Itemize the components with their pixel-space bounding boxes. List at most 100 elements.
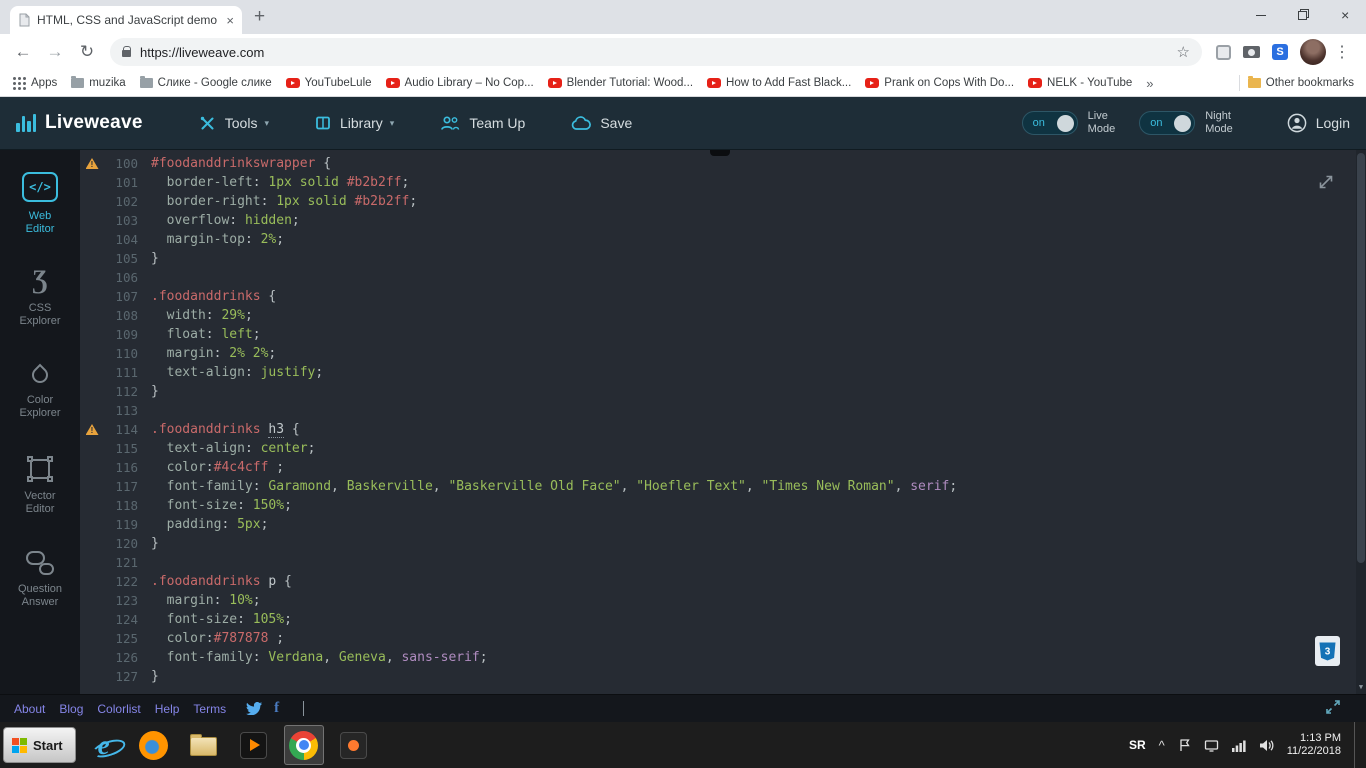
code-line[interactable]: 109 float: left; (80, 325, 1366, 344)
extension-doc-icon[interactable] (1216, 44, 1231, 60)
login-button[interactable]: Login (1287, 113, 1350, 133)
bookmark-apps[interactable]: Apps (12, 76, 57, 90)
start-button[interactable]: Start (3, 727, 76, 763)
code-line[interactable]: ! 100 #foodanddrinkswrapper { (80, 154, 1366, 173)
liveweave-logo[interactable]: Liveweave (16, 112, 143, 134)
code-line[interactable]: ! 114 .foodanddrinks h3 { (80, 420, 1366, 439)
back-button[interactable]: ← (8, 37, 38, 67)
extension-s-icon[interactable]: S (1272, 44, 1288, 60)
code-line[interactable]: 103 overflow: hidden; (80, 211, 1366, 230)
tab-close-icon[interactable]: × (226, 14, 234, 27)
scroll-down-button[interactable]: ▼ (1356, 679, 1366, 694)
code-line[interactable]: 120} (80, 534, 1366, 553)
language-indicator[interactable]: SR (1129, 738, 1146, 752)
bookmark-item[interactable]: How to Add Fast Black... (707, 77, 851, 89)
facebook-icon[interactable]: f (274, 700, 279, 717)
close-button[interactable]: × (1324, 0, 1366, 30)
taskbar-app-files[interactable] (184, 725, 224, 765)
bookmarks-overflow-icon[interactable]: » (1146, 76, 1153, 91)
fullscreen-button[interactable] (1324, 698, 1342, 719)
extension-camera-icon[interactable] (1243, 46, 1260, 58)
twitter-icon[interactable] (246, 702, 263, 715)
browser-tab[interactable]: HTML, CSS and JavaScript demo - Li × (10, 6, 242, 34)
code-line[interactable]: 108 width: 29%; (80, 306, 1366, 325)
sidebar-item-web-editor[interactable]: </> Web Editor (0, 164, 80, 258)
code-line[interactable]: 127} (80, 667, 1366, 686)
address-bar[interactable]: https://liveweave.com ☆ (110, 38, 1202, 66)
code-line[interactable]: 111 text-align: justify; (80, 363, 1366, 382)
tray-expand-icon[interactable]: ^ (1159, 738, 1165, 753)
menu-library[interactable]: Library ▾ (315, 115, 394, 131)
bookmark-item[interactable]: Blender Tutorial: Wood... (547, 77, 693, 89)
code-line[interactable]: 102 border-right: 1px solid #b2b2ff; (80, 192, 1366, 211)
profile-avatar[interactable] (1300, 39, 1326, 65)
browser-menu-icon[interactable]: ⋮ (1332, 42, 1358, 62)
bookmark-item[interactable]: Слике - Google слике (139, 76, 272, 89)
action-center-flag-icon[interactable] (1178, 738, 1191, 752)
forward-button[interactable]: → (40, 37, 70, 67)
taskbar-app-firefox[interactable] (134, 725, 174, 765)
warning-icon[interactable]: ! (80, 420, 104, 439)
bookmark-star-icon[interactable]: ☆ (1177, 43, 1190, 61)
taskbar-app-chrome[interactable] (283, 725, 324, 765)
refresh-button[interactable]: ↻ (72, 37, 102, 67)
restore-button[interactable] (1282, 0, 1324, 30)
night-mode-toggle[interactable]: on (1139, 111, 1196, 135)
code-editor[interactable]: ! 100 #foodanddrinkswrapper {101 border-le… (80, 150, 1366, 694)
taskbar-clock[interactable]: 1:13 PM 11/22/2018 (1287, 732, 1341, 758)
code-line[interactable]: 104 margin-top: 2%; (80, 230, 1366, 249)
taskbar-app-darkapp[interactable] (334, 725, 374, 765)
scrollbar-thumb[interactable] (1357, 153, 1365, 563)
code-line[interactable]: 105} (80, 249, 1366, 268)
footer-link-blog[interactable]: Blog (59, 702, 83, 716)
code-line[interactable]: 122 .foodanddrinks p { (80, 572, 1366, 591)
bookmark-item[interactable]: YouTubeLule (285, 77, 372, 89)
warning-icon[interactable]: ! (80, 154, 104, 173)
code-line[interactable]: 123 margin: 10%; (80, 591, 1366, 610)
other-bookmarks-button[interactable]: Other bookmarks (1247, 76, 1354, 89)
menu-save[interactable]: Save (571, 115, 632, 131)
editor-scrollbar[interactable] (1356, 150, 1366, 694)
code-line[interactable]: 121 (80, 553, 1366, 572)
footer-link-help[interactable]: Help (155, 702, 180, 716)
bookmark-item[interactable]: Audio Library – No Cop... (385, 77, 534, 89)
expand-pane-button[interactable] (1316, 172, 1336, 196)
display-icon[interactable] (1204, 739, 1219, 752)
volume-icon[interactable] (1259, 739, 1274, 752)
minimize-button[interactable] (1240, 0, 1282, 30)
code-line[interactable]: 112} (80, 382, 1366, 401)
url-text[interactable]: https://liveweave.com (140, 45, 1168, 60)
code-line[interactable]: 101 border-left: 1px solid #b2b2ff; (80, 173, 1366, 192)
bookmark-item[interactable]: muzika (71, 76, 126, 89)
code-line[interactable]: 115 text-align: center; (80, 439, 1366, 458)
footer-link-terms[interactable]: Terms (193, 702, 226, 716)
sidebar-item-css-explorer[interactable]: Ʒ CSS Explorer (0, 258, 80, 352)
network-signal-icon[interactable] (1231, 739, 1246, 752)
code-line[interactable]: 126 font-family: Verdana, Geneva, sans-s… (80, 648, 1366, 667)
menu-tools[interactable]: Tools ▾ (199, 115, 269, 132)
sidebar-item-question-answer[interactable]: Question Answer (0, 540, 80, 634)
code-line[interactable]: 118 font-size: 150%; (80, 496, 1366, 515)
live-mode-toggle[interactable]: on (1021, 111, 1078, 135)
code-line[interactable]: 113 (80, 401, 1366, 420)
taskbar-app-player[interactable] (234, 725, 274, 765)
code-line[interactable]: 110 margin: 2% 2%; (80, 344, 1366, 363)
code-line[interactable]: 124 font-size: 105%; (80, 610, 1366, 629)
code-line[interactable]: 125 color:#787878 ; (80, 629, 1366, 648)
menu-team-up[interactable]: Team Up (440, 115, 525, 131)
footer-link-about[interactable]: About (14, 702, 45, 716)
code-line[interactable]: 116 color:#4c4cff ; (80, 458, 1366, 477)
footer-link-colorlist[interactable]: Colorlist (97, 702, 140, 716)
code-line[interactable]: 106 (80, 268, 1366, 287)
code-line[interactable]: 119 padding: 5px; (80, 515, 1366, 534)
pane-splitter-handle[interactable] (710, 150, 731, 156)
sidebar-item-vector-editor[interactable]: Vector Editor (0, 446, 80, 540)
bookmark-item[interactable]: Prank on Cops With Do... (865, 77, 1014, 89)
taskbar-app-ie[interactable] (84, 725, 124, 765)
code-line[interactable]: 107 .foodanddrinks { (80, 287, 1366, 306)
bookmark-item[interactable]: NELK - YouTube (1028, 77, 1132, 89)
new-tab-button[interactable]: + (254, 6, 265, 28)
show-desktop-button[interactable] (1354, 722, 1360, 768)
sidebar-item-color-explorer[interactable]: Color Explorer (0, 352, 80, 446)
code-line[interactable]: 117 font-family: Garamond, Baskerville, … (80, 477, 1366, 496)
